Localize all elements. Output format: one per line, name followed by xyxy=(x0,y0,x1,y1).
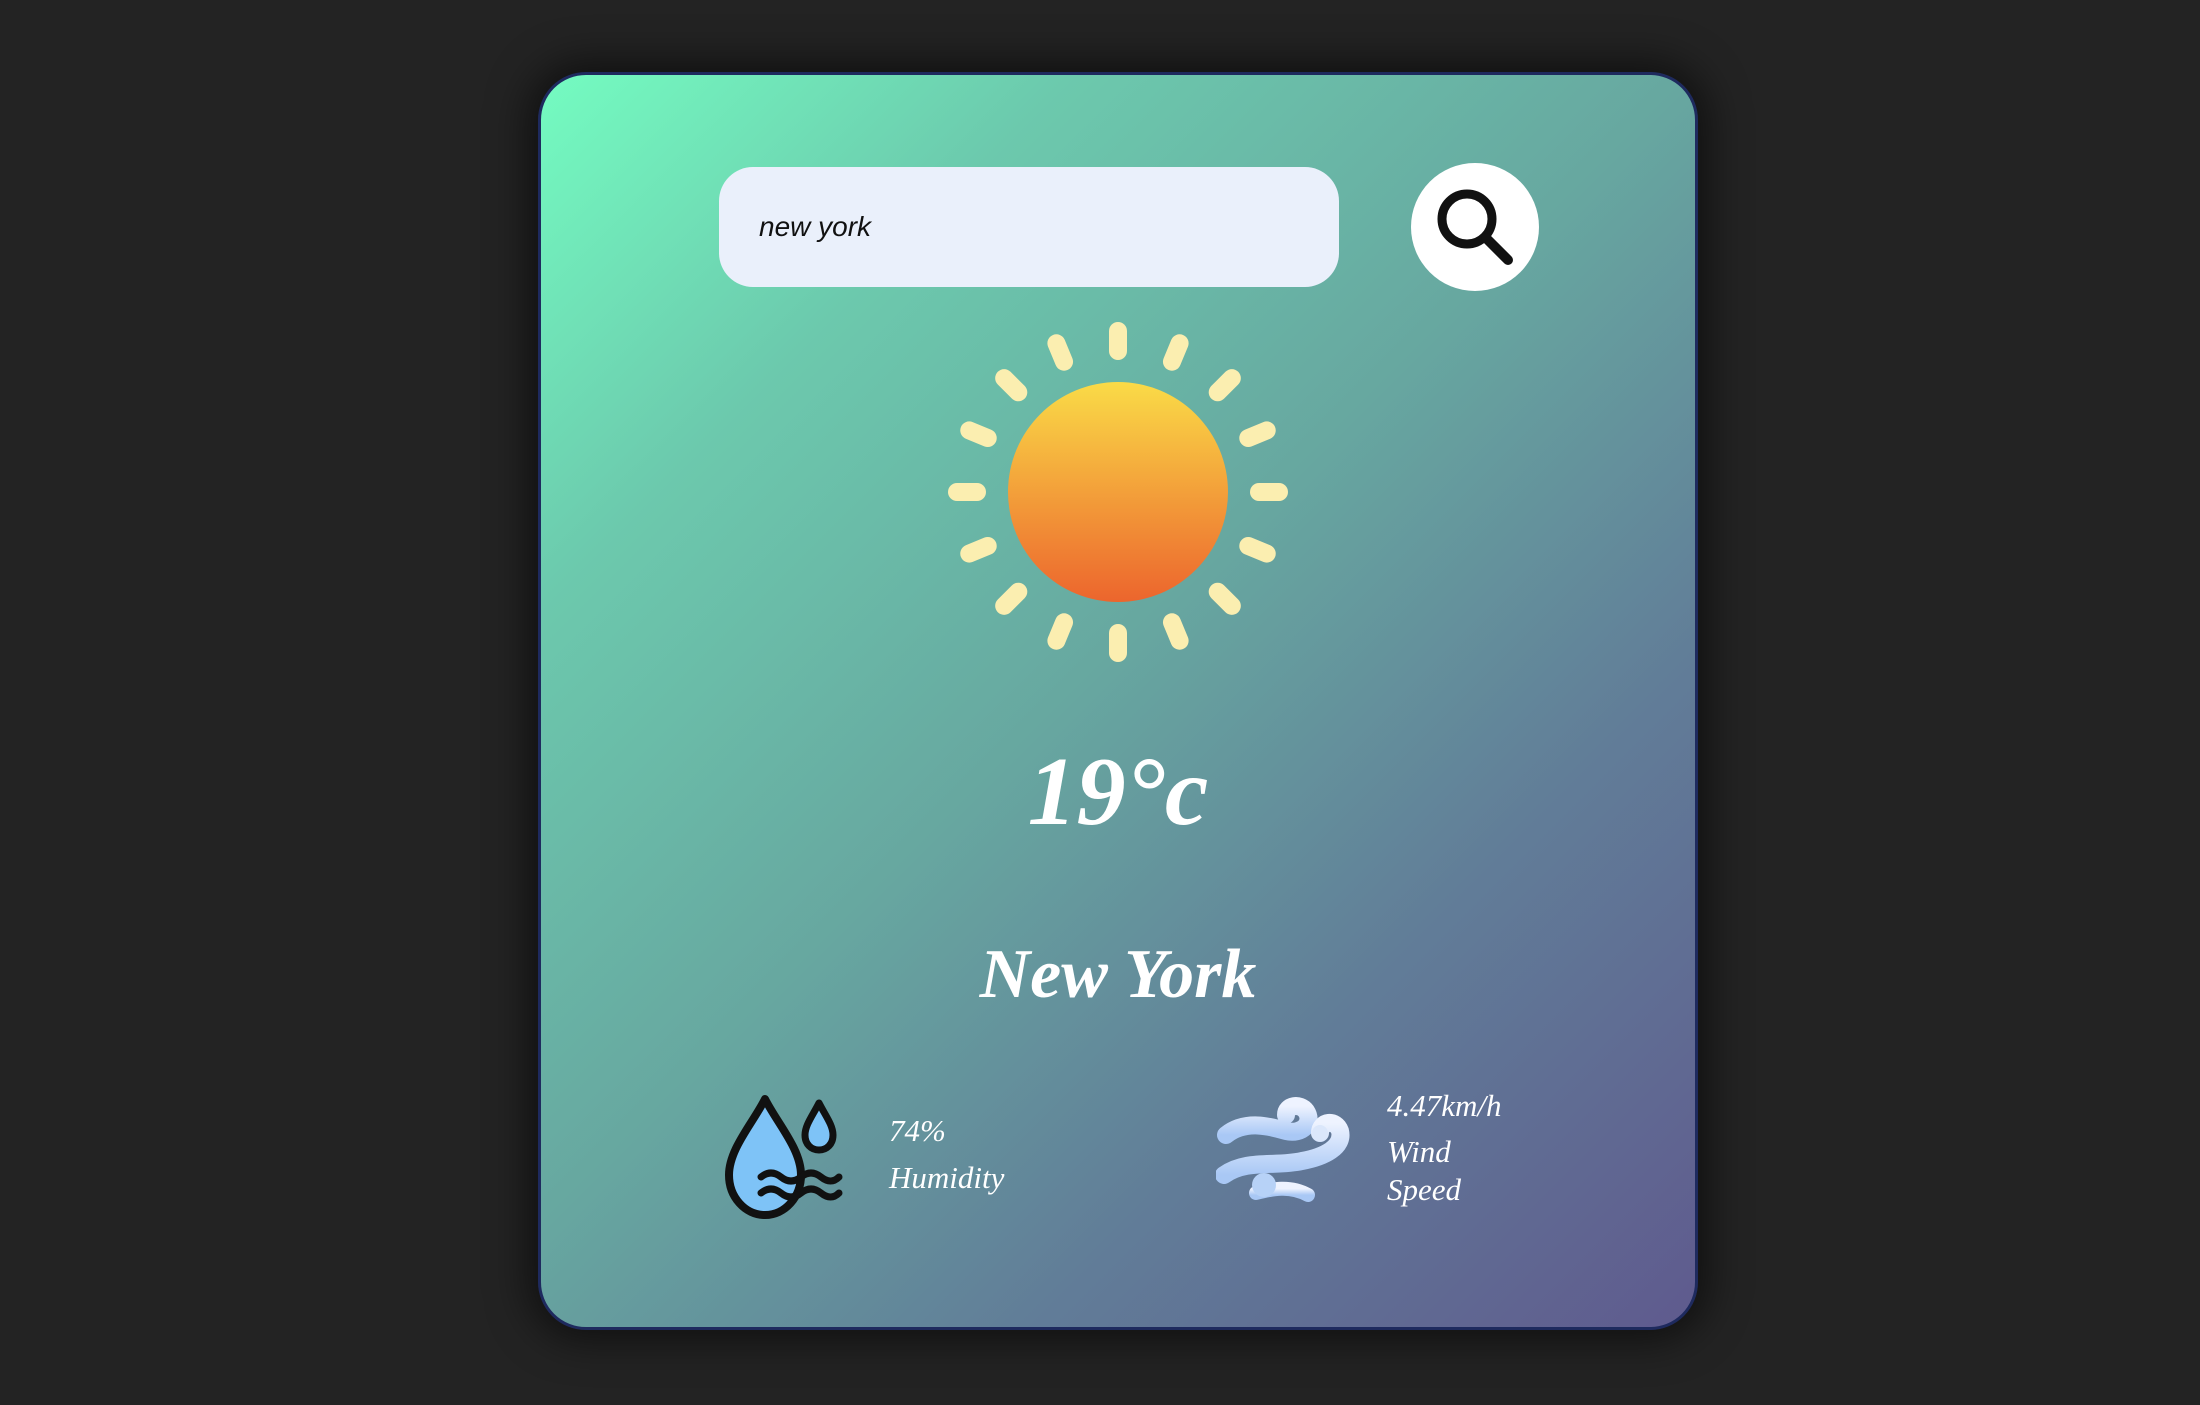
sun-ray xyxy=(1109,624,1127,662)
sun-ray xyxy=(1109,322,1127,360)
wind-info: 4.47km/h Wind Speed xyxy=(1387,1087,1517,1209)
sun-ray xyxy=(1250,483,1288,501)
sun-icon xyxy=(948,322,1288,662)
sun-ray xyxy=(1162,334,1189,371)
search-input[interactable] xyxy=(719,167,1339,287)
sun-ray xyxy=(1047,613,1074,650)
sun-ray xyxy=(995,582,1028,615)
wind-icon xyxy=(1216,1097,1350,1202)
humidity-label: Humidity xyxy=(889,1160,1005,1195)
sun-ray xyxy=(948,483,986,501)
search-icon xyxy=(1437,189,1513,265)
sun-ray xyxy=(1208,582,1241,615)
weather-card: 19°c New York 74% Humidity 4.47km/h Wind… xyxy=(538,72,1698,1330)
sun-ray xyxy=(1162,613,1189,650)
sun-ray xyxy=(1239,421,1276,448)
sun-ray xyxy=(995,369,1028,402)
city-name: New York xyxy=(979,936,1257,1013)
humidity-icon xyxy=(725,1095,843,1219)
sun-ray xyxy=(960,536,997,563)
wind-speed-value: 4.47km/h xyxy=(1387,1088,1502,1123)
sun-ray xyxy=(1239,536,1276,563)
search-button[interactable] xyxy=(1411,163,1539,291)
temperature-value: 19°c xyxy=(1027,738,1209,846)
humidity-info: 74% Humidity xyxy=(889,1107,1004,1201)
sun-ray xyxy=(1208,369,1241,402)
wind-speed-label: Wind Speed xyxy=(1387,1134,1462,1207)
sun-ray xyxy=(960,421,997,448)
sun-ray xyxy=(1047,334,1074,371)
humidity-value: 74% xyxy=(889,1113,946,1148)
